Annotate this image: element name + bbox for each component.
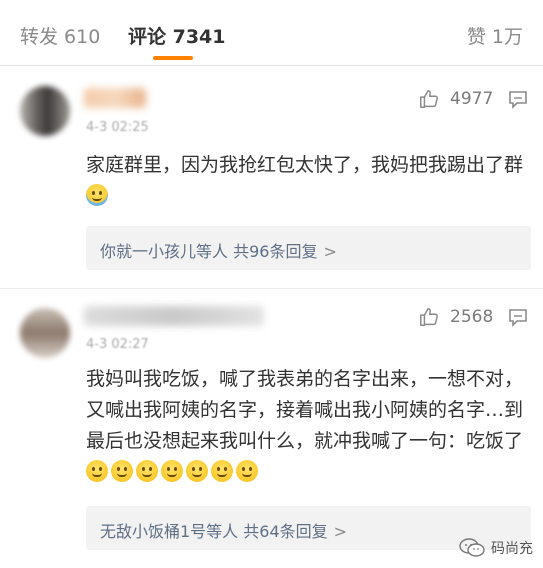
reply-summary-text: 你就一小孩儿等人 共96条回复: [100, 242, 318, 261]
smile-emoji-icon: [211, 460, 233, 482]
like-button[interactable]: 2568: [418, 306, 493, 328]
comment-time: 4-3 02:27: [86, 337, 149, 352]
comment-item: 4-3 02:27 2568 我妈叫我吃饭，喊了我表弟的名字出来，一想不对，又喊…: [0, 288, 543, 558]
smile-emoji-icon: [186, 460, 208, 482]
reply-icon[interactable]: [508, 308, 528, 327]
avatar[interactable]: [20, 308, 70, 358]
smile-emoji-icon: [236, 460, 258, 482]
tab-likes[interactable]: 赞 1万: [467, 22, 523, 49]
thumbs-up-icon: [420, 90, 438, 108]
watermark-text: 码尚充: [491, 541, 533, 557]
comment-text: 我妈叫我吃饭，喊了我表弟的名字出来，一想不对，又喊出我阿姨的名字，接着喊出我小阿…: [86, 368, 524, 452]
comment-item: 4-3 02:25 4977 家庭群里，因为我抢红包太快了，我妈把我踢出了群 你…: [0, 66, 543, 286]
smile-emoji-icon: [111, 460, 133, 482]
smile-emoji-icon: [136, 460, 158, 482]
reply-summary[interactable]: 你就一小孩儿等人 共96条回复 >: [86, 226, 531, 270]
chevron-right-icon: >: [323, 242, 337, 261]
comment-body: 家庭群里，因为我抢红包太快了，我妈把我踢出了群: [86, 150, 526, 212]
comment-text: 家庭群里，因为我抢红包太快了，我妈把我踢出了群: [86, 154, 524, 176]
username-blurred[interactable]: [84, 88, 146, 108]
wechat-icon: [459, 538, 485, 557]
reply-icon[interactable]: [508, 90, 528, 109]
tab-repost[interactable]: 转发 610: [20, 22, 100, 49]
tab-active-indicator: [153, 56, 193, 60]
avatar[interactable]: [20, 86, 70, 136]
thumbs-up-icon: [420, 308, 438, 326]
reply-summary-text: 无敌小饭桶1号等人 共64条回复: [100, 522, 328, 541]
like-count: 2568: [450, 307, 494, 327]
smile-emoji-icon: [161, 460, 183, 482]
username-blurred[interactable]: [84, 306, 264, 326]
chevron-right-icon: >: [333, 522, 348, 541]
comment-body: 我妈叫我吃饭，喊了我表弟的名字出来，一想不对，又喊出我阿姨的名字，接着喊出我小阿…: [86, 364, 526, 488]
smile-emoji-icon: [86, 460, 108, 482]
tab-comments[interactable]: 评论 7341: [128, 22, 226, 49]
comment-tabs: 转发 610 评论 7341 赞 1万: [0, 0, 543, 66]
like-button[interactable]: 4977: [418, 88, 493, 110]
crying-emoji-icon: [86, 184, 108, 206]
like-count: 4977: [450, 89, 494, 109]
comment-time: 4-3 02:25: [86, 120, 149, 135]
watermark: 码尚充: [459, 538, 533, 558]
smile-emoji-row: [86, 460, 261, 483]
